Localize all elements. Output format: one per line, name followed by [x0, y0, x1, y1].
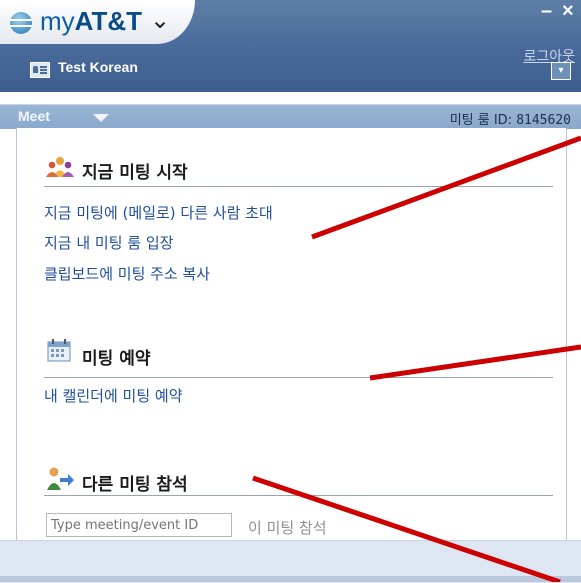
minimize-button[interactable]: – [541, 0, 552, 23]
invite-people-link[interactable]: 지금 미팅에 (메일로) 다른 사람 초대 [44, 202, 273, 223]
schedule-heading: 미팅 예약 [82, 349, 151, 369]
close-button[interactable]: × [562, 0, 574, 23]
panel-margin-left [0, 92, 16, 542]
start-meeting-heading: 지금 미팅 시작 [82, 163, 188, 183]
section-divider [44, 186, 553, 187]
person-arrow-icon [47, 467, 74, 490]
att-globe-icon [10, 12, 32, 34]
join-meeting-button[interactable]: 이 미팅 참석 [248, 517, 327, 538]
room-id: 미팅 룸 ID: 8145620 [449, 113, 571, 128]
section-divider [44, 377, 553, 378]
user-card-icon [30, 62, 50, 78]
brand-logo: myAT&T [40, 6, 143, 36]
meet-bar: Meet 미팅 룸 ID: 8145620 [0, 104, 581, 129]
title-bar: myAT&T ⌄ – × 로그아웃 Test Korean ▾ [0, 0, 581, 92]
footer-strip [0, 576, 581, 582]
options-menu-button[interactable]: ▾ [551, 62, 571, 80]
brand-menu[interactable]: myAT&T ⌄ [0, 0, 195, 44]
section-divider [44, 495, 553, 496]
chevron-down-icon[interactable] [93, 114, 109, 122]
enter-room-link[interactable]: 지금 내 미팅 룸 입장 [44, 232, 173, 253]
user-name: Test Korean [58, 59, 138, 75]
meeting-id-input[interactable] [46, 513, 232, 537]
app-window: myAT&T ⌄ – × 로그아웃 Test Korean ▾ Meet 미팅 … [0, 0, 581, 583]
copy-address-link[interactable]: 클립보드에 미팅 주소 복사 [44, 263, 210, 284]
panel-margin-right [566, 92, 581, 542]
join-meeting-heading: 다른 미팅 참석 [82, 475, 188, 495]
people-group-icon [46, 157, 74, 177]
meet-menu-label[interactable]: Meet [18, 108, 50, 124]
calendar-icon [47, 339, 71, 362]
schedule-calendar-link[interactable]: 내 캘린더에 미팅 예약 [44, 385, 183, 406]
chevron-down-icon[interactable]: ⌄ [150, 6, 170, 35]
